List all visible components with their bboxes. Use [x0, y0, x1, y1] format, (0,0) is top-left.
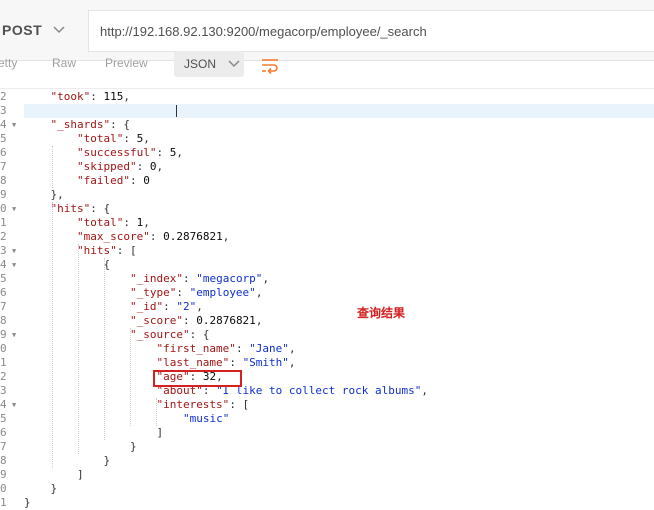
line-number: 5 — [0, 412, 7, 425]
code-line: }, — [24, 188, 64, 201]
format-dropdown[interactable]: JSON — [174, 51, 244, 77]
line-number: 3 — [0, 384, 7, 397]
line-number: 8 — [0, 174, 7, 187]
code-line: } — [24, 482, 58, 495]
fold-toggle-icon[interactable]: ▼ — [12, 398, 16, 412]
line-number: 4 — [0, 258, 7, 271]
tab-preview[interactable]: Preview — [105, 56, 148, 70]
indent-guide — [104, 258, 105, 440]
line-number: 9 — [0, 188, 7, 201]
method-label: POST — [2, 22, 43, 38]
code-line: "total": 5, — [76, 132, 150, 145]
line-number: 6 — [0, 286, 7, 299]
line-number: 8 — [0, 314, 7, 327]
line-number: 4 — [0, 398, 7, 411]
method-dropdown[interactable]: POST — [0, 10, 86, 50]
line-number: 2 — [0, 90, 7, 103]
wrap-lines-icon[interactable] — [259, 54, 281, 74]
line-number: 5 — [0, 132, 7, 145]
line-number: 3 — [0, 244, 7, 257]
code-line: ] — [24, 426, 164, 439]
code-line: "_id": "2", — [129, 300, 203, 313]
line-number: 6 — [0, 146, 7, 159]
response-tabs: etty Raw Preview — [0, 51, 654, 79]
line-number: 9 — [0, 328, 7, 341]
line-number: 1 — [0, 356, 7, 369]
fold-toggle-icon[interactable]: ▼ — [12, 202, 16, 216]
code-line: "_shards": { — [50, 118, 130, 131]
code-line: "first_name": "Jane", — [156, 342, 296, 355]
line-number: 5 — [0, 272, 7, 285]
line-number: 4 — [0, 118, 7, 131]
code-line: "interests": [ — [156, 398, 250, 411]
code-line: "_type": "employee", — [129, 286, 263, 299]
tab-pretty[interactable]: etty — [0, 56, 17, 70]
url-text: http://192.168.92.130:9200/megacorp/empl… — [100, 23, 427, 39]
line-number: 6 — [0, 426, 7, 439]
code-line: "music" — [182, 412, 230, 425]
divider — [0, 88, 654, 89]
code-line: ] — [24, 468, 84, 481]
code-line: "total": 1, — [76, 216, 150, 229]
code-line: "_index": "megacorp", — [129, 272, 270, 285]
line-number: 8 — [0, 454, 7, 467]
url-input[interactable]: http://192.168.92.130:9200/megacorp/empl… — [88, 10, 654, 52]
code-line: "skipped": 0, — [76, 160, 164, 173]
tab-raw[interactable]: Raw — [52, 56, 76, 70]
code-line: "max_score": 0.2876821, — [76, 230, 230, 243]
code-line: } — [24, 454, 111, 467]
code-line: "last_name": "Smith", — [156, 356, 296, 369]
chevron-down-icon — [228, 60, 240, 68]
line-number: 7 — [0, 300, 7, 313]
indent-guide — [130, 328, 131, 426]
code-line: "_score": 0.2876821, — [129, 314, 263, 327]
code-line: "failed": 0 — [76, 174, 150, 187]
line-number: 7 — [0, 160, 7, 173]
line-number: 2 — [0, 230, 7, 243]
code-line: { — [24, 258, 111, 271]
indent-guide — [156, 398, 157, 426]
code-line: "hits": [ — [76, 244, 137, 257]
line-number: 7 — [0, 440, 7, 453]
line-number: 2 — [0, 370, 7, 383]
line-number: 0 — [0, 202, 7, 215]
fold-toggle-icon[interactable]: ▼ — [12, 258, 16, 272]
line-number: 0 — [0, 342, 7, 355]
code-line: } — [24, 440, 137, 453]
annotation-label: 查询结果 — [357, 306, 406, 320]
code-line: "successful": 5, — [76, 146, 183, 159]
line-number: 9 — [0, 468, 7, 481]
line-number: 3 — [0, 104, 7, 117]
indent-guide — [52, 202, 53, 468]
text-cursor — [176, 105, 177, 117]
fold-toggle-icon[interactable]: ▼ — [12, 118, 16, 132]
line-number: 0 — [0, 482, 7, 495]
fold-toggle-icon[interactable]: ▼ — [12, 244, 16, 258]
indent-guide — [78, 244, 79, 454]
code-line: "took": 115, — [50, 90, 131, 103]
age-highlight-box — [153, 370, 242, 387]
line-number: 1 — [0, 216, 7, 229]
format-label: JSON — [184, 57, 217, 71]
fold-toggle-icon[interactable]: ▼ — [12, 328, 16, 342]
indent-guide — [52, 146, 53, 188]
chevron-down-icon — [53, 26, 65, 34]
current-line-highlight — [24, 104, 654, 118]
response-body[interactable]: 2 "took": 115,3 "timed_out": false,4▼ "_… — [0, 90, 654, 509]
code-line: "hits": { — [50, 202, 111, 215]
